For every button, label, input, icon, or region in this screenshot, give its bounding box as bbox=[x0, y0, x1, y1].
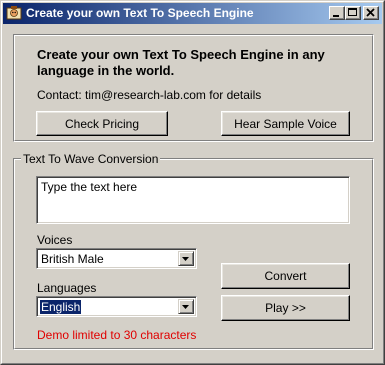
languages-selected-value: English bbox=[40, 300, 82, 314]
window-title: Create your own Text To Speech Engine bbox=[26, 6, 254, 20]
chevron-down-icon bbox=[182, 305, 189, 309]
conversion-group-title: Text To Wave Conversion bbox=[21, 152, 161, 166]
hear-sample-voice-button[interactable]: Hear Sample Voice bbox=[221, 111, 350, 136]
play-button[interactable]: Play >> bbox=[221, 295, 350, 321]
languages-label: Languages bbox=[37, 281, 97, 295]
voices-dropdown-button[interactable] bbox=[178, 251, 194, 266]
contact-text: Contact: tim@research-lab.com for detail… bbox=[37, 88, 262, 102]
voices-label: Voices bbox=[37, 233, 73, 247]
minimize-icon bbox=[333, 15, 339, 17]
title-bar[interactable]: Create your own Text To Speech Engine bbox=[3, 3, 382, 24]
minimize-button[interactable] bbox=[329, 6, 345, 20]
convert-button[interactable]: Convert bbox=[221, 263, 350, 289]
check-pricing-button[interactable]: Check Pricing bbox=[36, 111, 168, 136]
languages-dropdown-button[interactable] bbox=[178, 299, 194, 314]
maximize-icon bbox=[348, 8, 357, 16]
app-window: Create your own Text To Speech Engine Cr… bbox=[0, 0, 385, 365]
demo-limit-notice: Demo limited to 30 characters bbox=[37, 328, 197, 342]
app-icon bbox=[6, 5, 22, 21]
close-button[interactable] bbox=[363, 6, 379, 20]
maximize-button[interactable] bbox=[345, 6, 361, 20]
languages-select[interactable]: English bbox=[36, 296, 197, 317]
headline-text: Create your own Text To Speech Engine in… bbox=[37, 47, 325, 78]
close-icon bbox=[366, 8, 375, 17]
text-input[interactable]: Type the text here bbox=[36, 176, 350, 224]
voices-selected-value: British Male bbox=[41, 252, 104, 266]
voices-select[interactable]: British Male bbox=[36, 248, 197, 269]
chevron-down-icon bbox=[182, 257, 189, 261]
